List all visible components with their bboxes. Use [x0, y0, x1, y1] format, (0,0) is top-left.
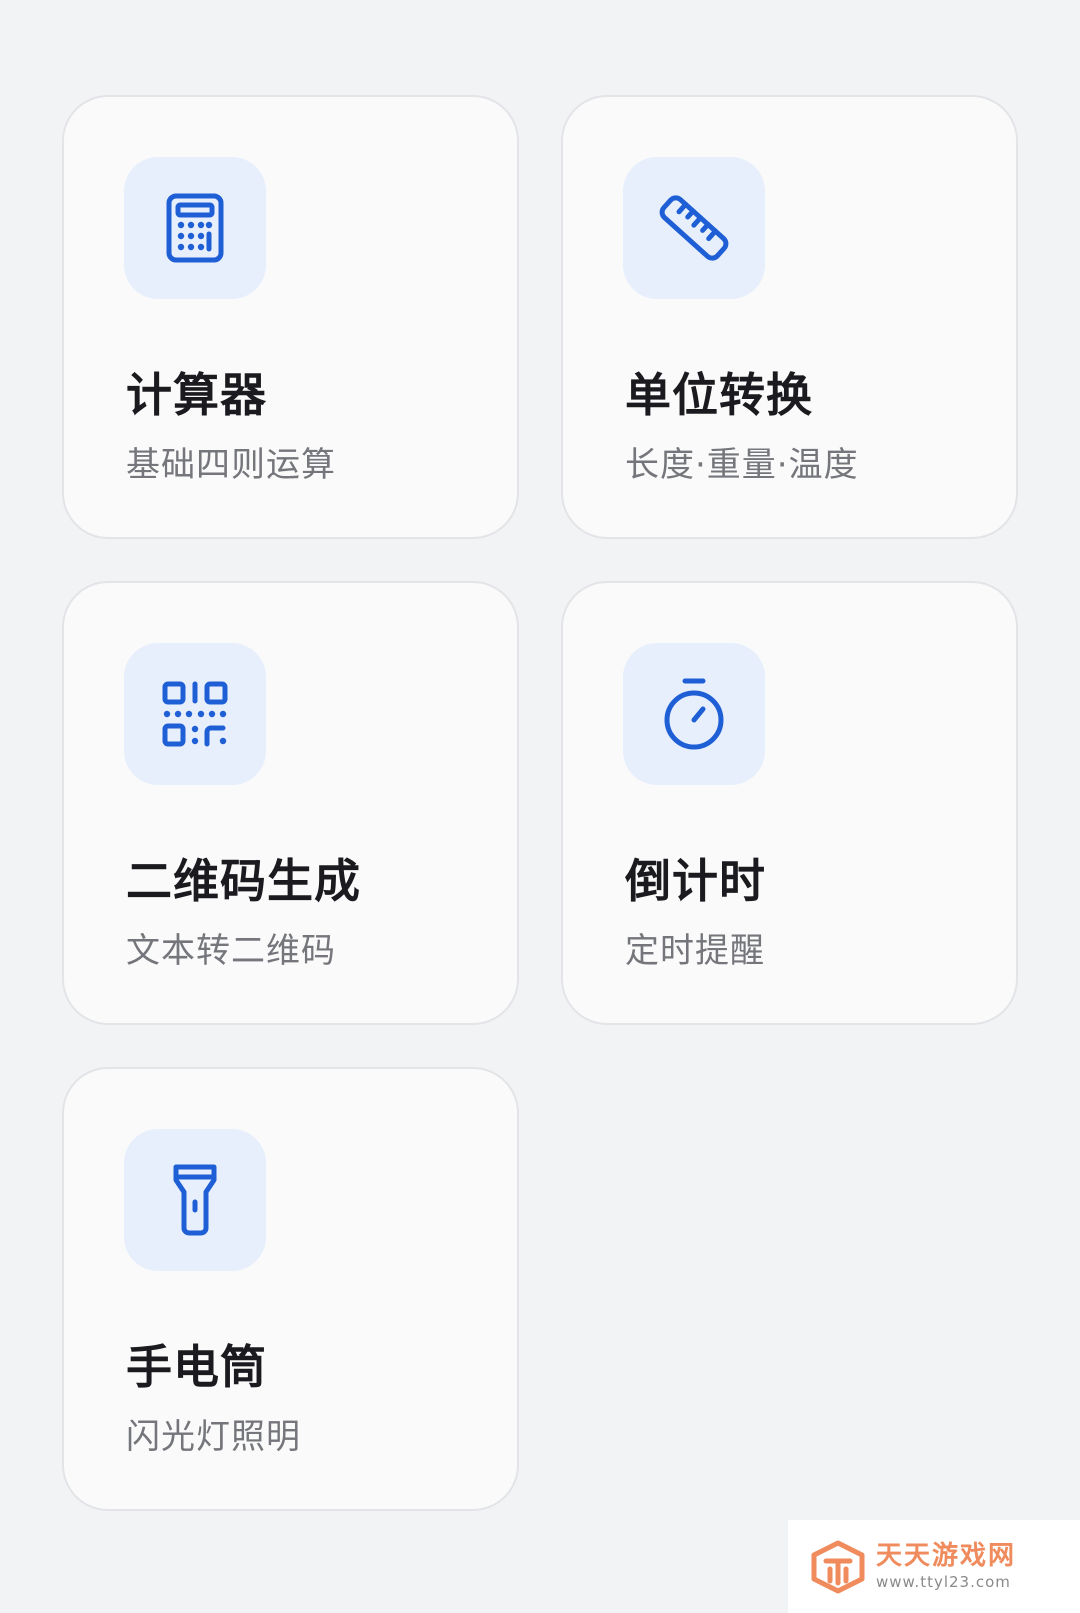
tools-grid: 计算器 基础四则运算 单位转换 长度·重量·温度 二维码生成 文本转二维码 倒计… — [62, 95, 1018, 1511]
tool-card-calculator[interactable]: 计算器 基础四则运算 — [62, 95, 519, 539]
tool-desc: 定时提醒 — [625, 931, 765, 971]
stopwatch-icon — [623, 643, 765, 785]
tool-title: 手电筒 — [126, 1340, 267, 1394]
watermark-url: www.ttyl23.com — [876, 1573, 1011, 1591]
site-logo-icon — [811, 1540, 865, 1593]
flashlight-icon — [124, 1129, 266, 1271]
tool-title: 倒计时 — [625, 854, 766, 908]
tool-title: 二维码生成 — [126, 854, 361, 908]
qr-code-icon — [124, 643, 266, 785]
ruler-icon — [623, 157, 765, 299]
tool-desc: 闪光灯照明 — [126, 1417, 301, 1457]
tool-card-qr-code[interactable]: 二维码生成 文本转二维码 — [62, 581, 519, 1025]
tool-desc: 基础四则运算 — [126, 445, 336, 485]
watermark-name: 天天游戏网 — [876, 1541, 1017, 1571]
tool-desc: 长度·重量·温度 — [625, 445, 859, 485]
tool-title: 计算器 — [126, 368, 267, 422]
tool-card-countdown[interactable]: 倒计时 定时提醒 — [561, 581, 1018, 1025]
calculator-icon — [124, 157, 266, 299]
tool-desc: 文本转二维码 — [126, 931, 336, 971]
tool-title: 单位转换 — [625, 368, 813, 422]
tool-card-unit-conversion[interactable]: 单位转换 长度·重量·温度 — [561, 95, 1018, 539]
tool-card-flashlight[interactable]: 手电筒 闪光灯照明 — [62, 1067, 519, 1511]
site-watermark: 天天游戏网 www.ttyl23.com — [788, 1520, 1080, 1613]
